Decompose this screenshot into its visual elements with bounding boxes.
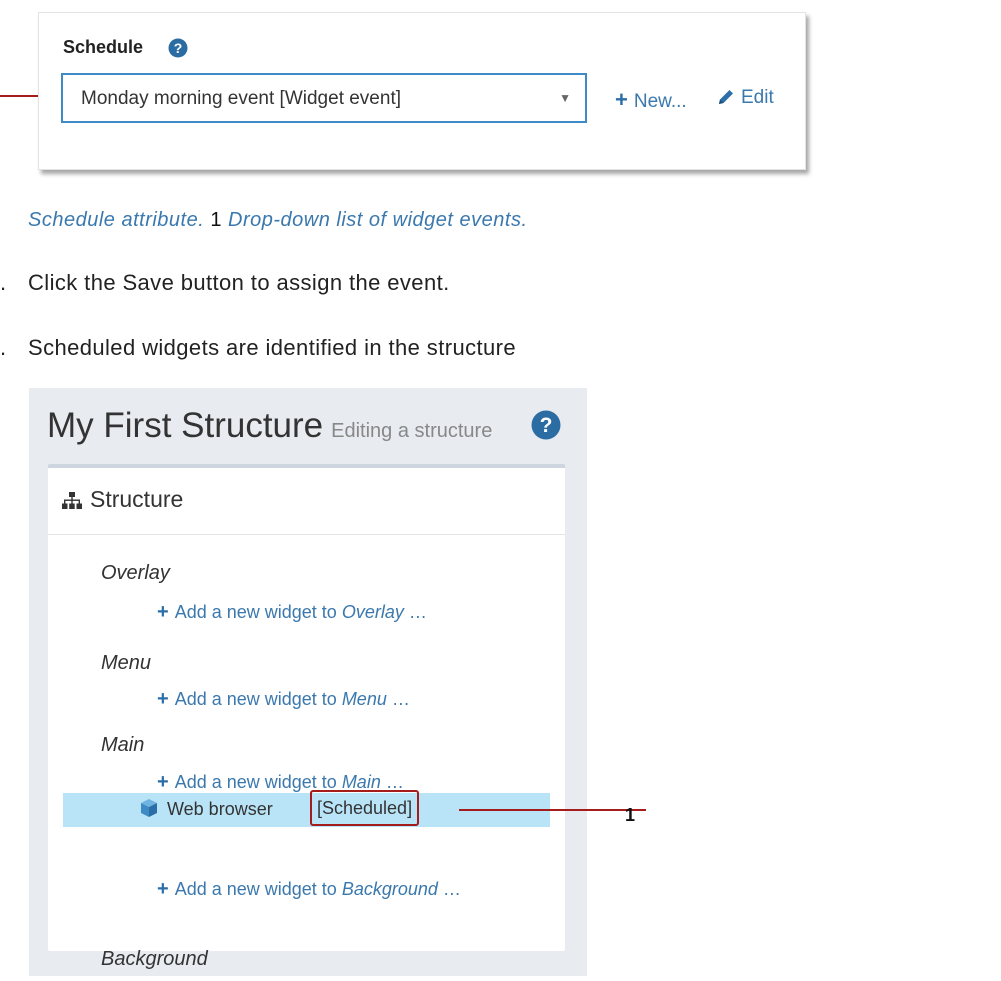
help-icon[interactable]: ?: [168, 38, 188, 63]
ellipsis: …: [391, 689, 410, 709]
add-widget-prefix: Add a new widget to: [174, 602, 337, 622]
caret-down-icon: ▼: [559, 91, 571, 105]
plus-icon: +: [157, 878, 169, 900]
schedule-select-value: Monday morning event [Widget event]: [81, 88, 402, 109]
region-menu: Menu: [101, 652, 152, 674]
add-widget-region: Overlay: [341, 602, 404, 622]
structure-title-row: My First Structure Editing a structure: [47, 406, 492, 446]
ellipsis: …: [408, 602, 427, 622]
new-event-label: New...: [633, 91, 687, 112]
ellipsis: …: [385, 772, 404, 792]
region-overlay: Overlay: [101, 562, 170, 584]
region-background: Background: [101, 948, 208, 970]
step-marker: .: [0, 335, 7, 360]
add-widget-prefix: Add a new widget to: [174, 689, 337, 709]
step-scheduled: Scheduled widgets are identified in the …: [28, 335, 516, 360]
add-widget-region: Menu: [341, 689, 387, 709]
add-widget-prefix: Add a new widget to: [174, 879, 337, 899]
add-widget-region: Background: [341, 879, 438, 899]
add-widget-overlay-link[interactable]: + Add a new widget to Overlay …: [157, 601, 427, 624]
svg-text:?: ?: [540, 414, 553, 437]
pencil-icon: [717, 88, 735, 112]
cube-icon: [139, 798, 159, 823]
caption-text: Drop-down list of widget events.: [228, 209, 528, 231]
sitemap-icon: [62, 492, 82, 515]
plus-icon: +: [615, 87, 628, 112]
edit-event-link[interactable]: Edit: [717, 87, 774, 112]
add-widget-background-link[interactable]: + Add a new widget to Background …: [157, 878, 461, 901]
schedule-label: Schedule: [63, 37, 144, 57]
page-subtitle: Editing a structure: [331, 420, 493, 442]
card-title: Structure: [90, 486, 184, 512]
add-widget-menu-link[interactable]: + Add a new widget to Menu …: [157, 688, 410, 711]
plus-icon: +: [157, 601, 169, 623]
svg-text:?: ?: [174, 40, 183, 56]
add-widget-region: Main: [341, 772, 381, 792]
widget-name: Web browser: [167, 799, 273, 819]
step-save: Click the Save button to assign the even…: [28, 270, 450, 295]
callout-number: 1: [625, 805, 636, 825]
plus-icon: +: [157, 688, 169, 710]
region-main: Main: [101, 734, 145, 756]
caption-number: 1: [210, 209, 222, 231]
page-title: My First Structure: [47, 406, 324, 445]
callout-line: [459, 809, 646, 811]
figure-caption: Schedule attribute. 1 Drop-down list of …: [28, 209, 528, 232]
scheduled-badge: [Scheduled]: [310, 790, 420, 826]
caption-title: Schedule attribute.: [28, 209, 205, 231]
step-marker: .: [0, 270, 7, 295]
ellipsis: …: [442, 879, 461, 899]
add-widget-prefix: Add a new widget to: [174, 772, 337, 792]
new-event-link[interactable]: + New...: [615, 87, 687, 113]
help-icon[interactable]: ?: [531, 410, 561, 445]
widget-item[interactable]: Web browser: [139, 798, 273, 823]
plus-icon: +: [157, 771, 169, 793]
schedule-select[interactable]: Monday morning event [Widget event] ▼: [61, 73, 587, 123]
edit-event-label: Edit: [741, 87, 774, 108]
card-header: Structure: [48, 468, 565, 535]
